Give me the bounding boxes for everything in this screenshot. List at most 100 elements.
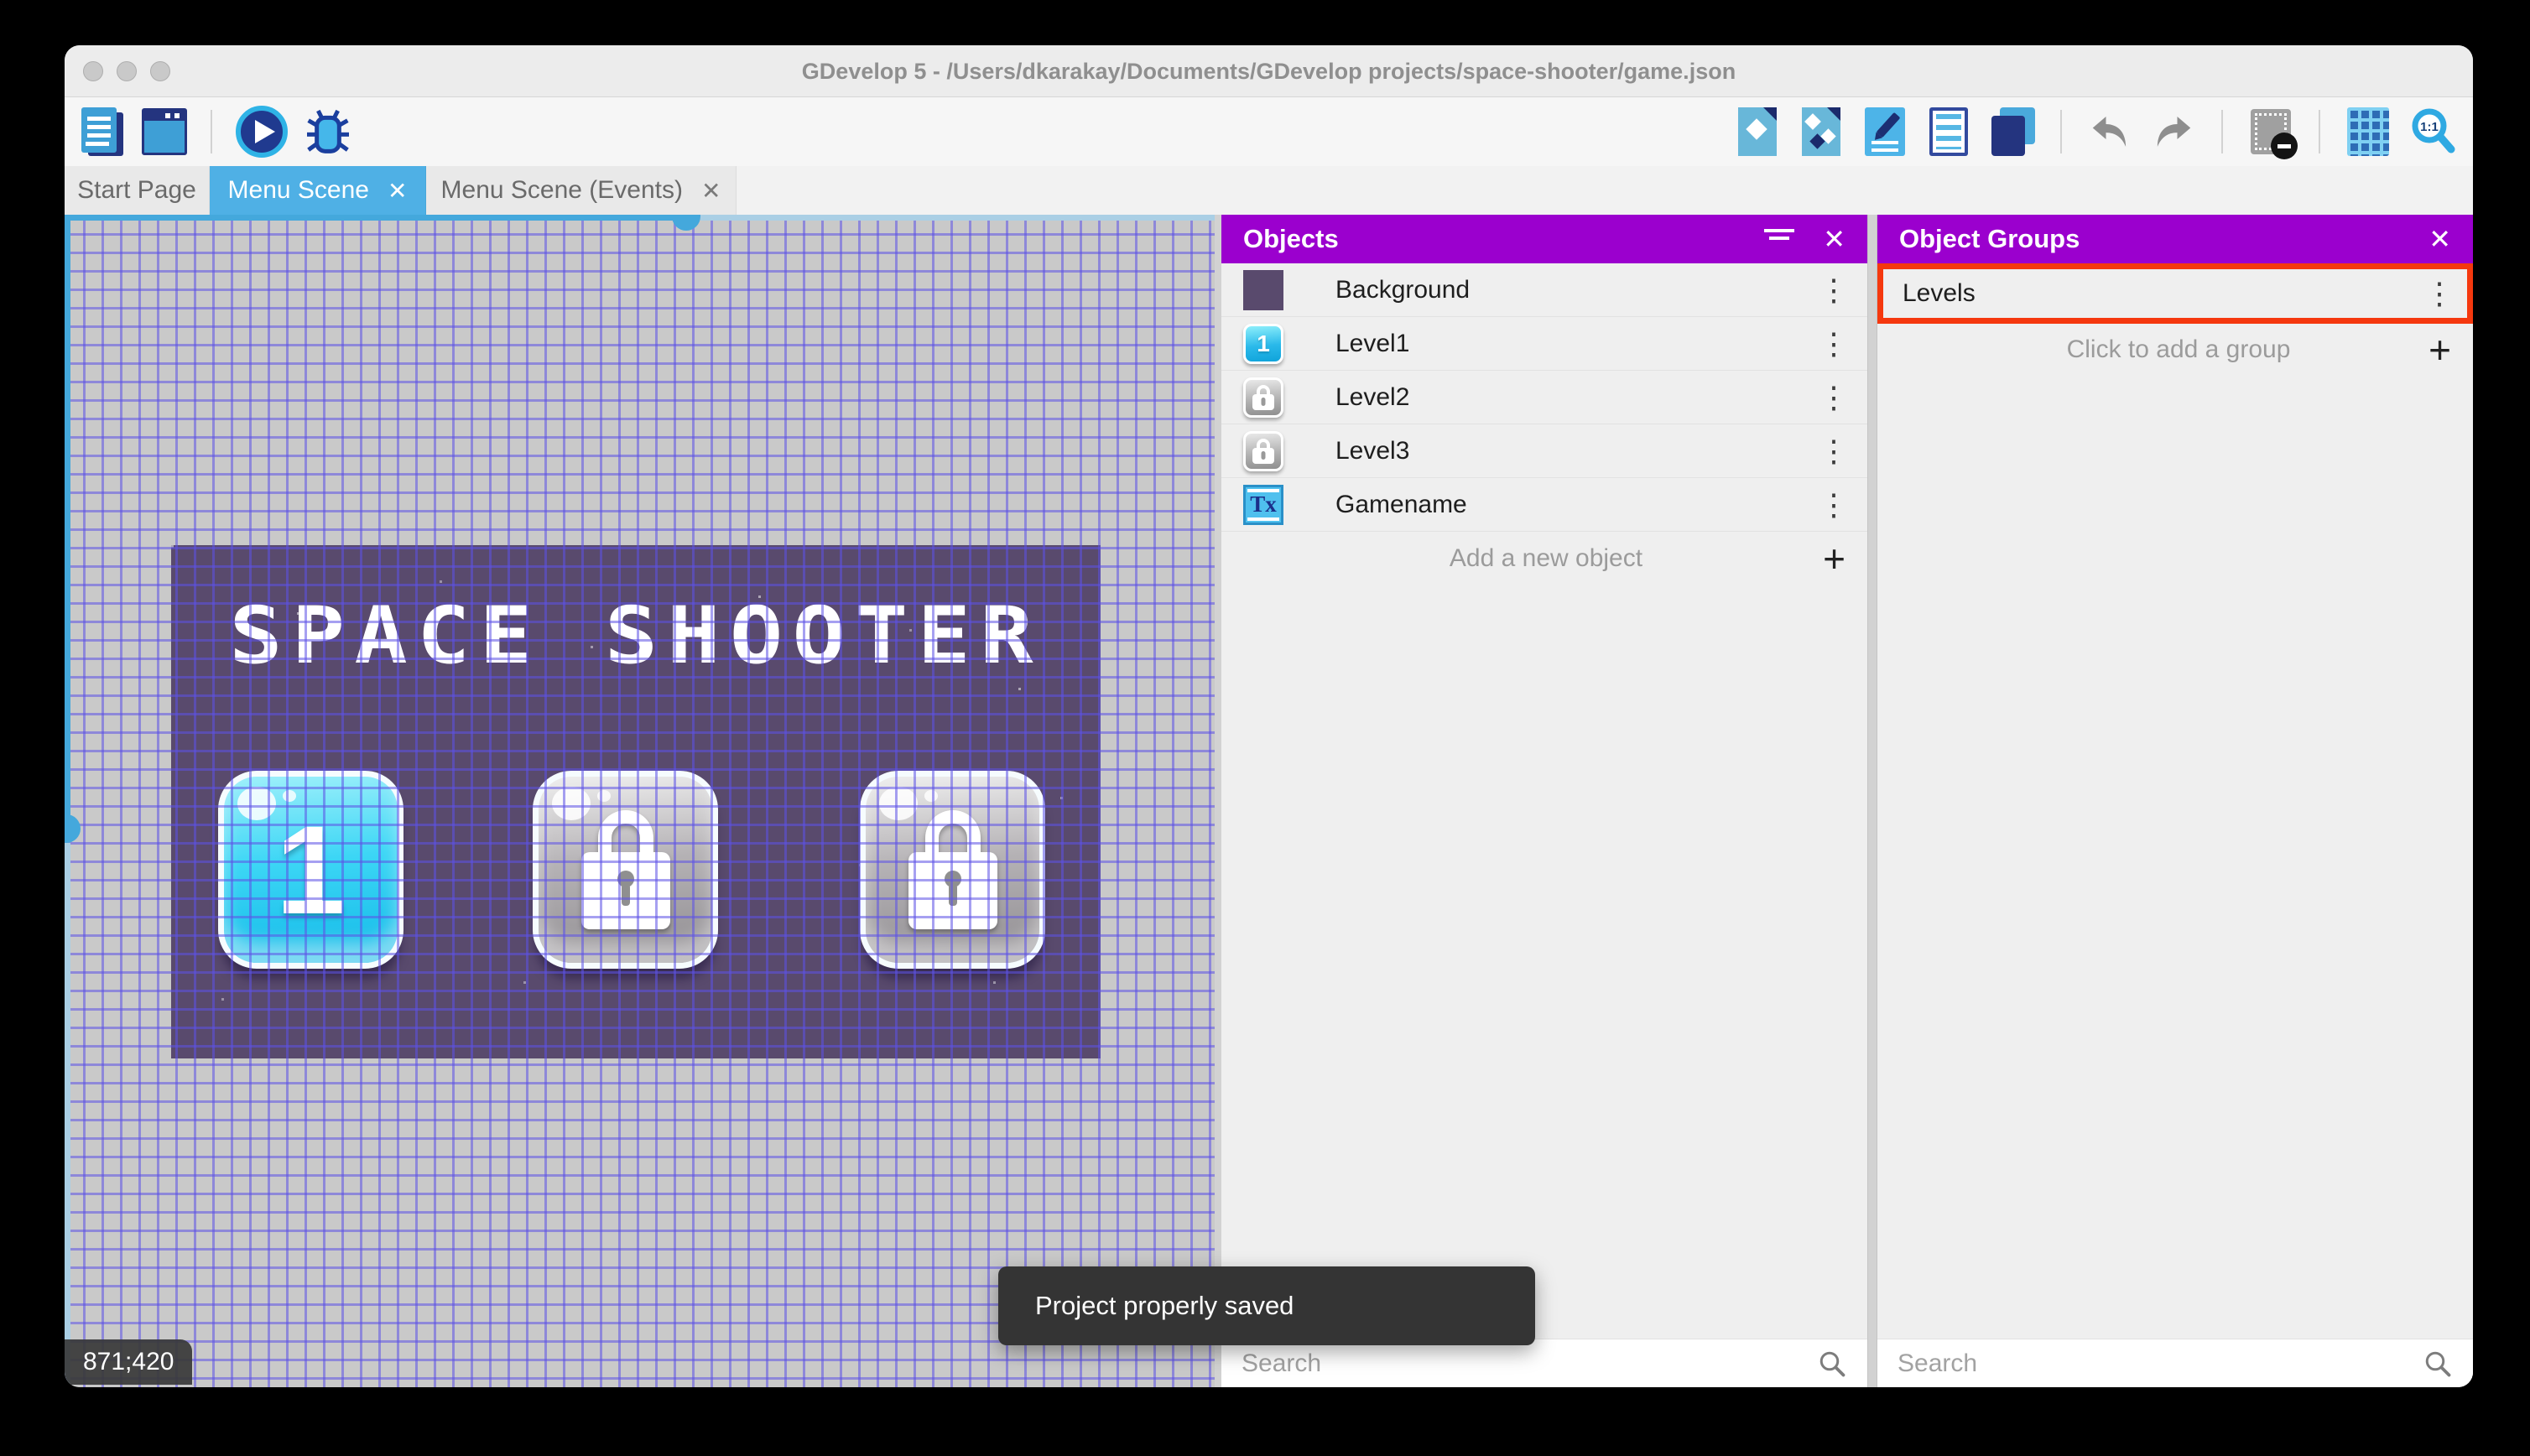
- text-object-thumbnail: Tx: [1243, 484, 1283, 525]
- add-group-label: Click to add a group: [2066, 335, 2291, 363]
- close-window-button[interactable]: [83, 61, 103, 81]
- grid-icon: [2347, 107, 2389, 156]
- level2-button-instance[interactable]: [533, 771, 718, 969]
- toolbar-right-group: 1:1: [1735, 97, 2458, 166]
- screenshot-root: { "window": { "title": "GDevelop 5 - /Us…: [0, 0, 2530, 1456]
- horizontal-scrollbar-thumb[interactable]: [672, 215, 700, 231]
- toolbar-separator: [2060, 110, 2062, 153]
- level1-button-instance[interactable]: 1: [218, 771, 403, 969]
- tab-menu-scene[interactable]: Menu Scene ✕: [210, 166, 426, 215]
- screenshot-background: GDevelop 5 - /Users/dkarakay/Documents/G…: [0, 0, 2530, 1456]
- window-title: GDevelop 5 - /Users/dkarakay/Documents/G…: [801, 59, 1736, 84]
- object-groups-panel-title: Object Groups: [1899, 224, 2080, 253]
- object-row-level3[interactable]: Level3 ⋮: [1221, 424, 1867, 478]
- lock-icon: [908, 810, 997, 929]
- object-row-gamename[interactable]: Tx Gamename ⋮: [1221, 478, 1867, 532]
- lock-icon: [580, 810, 670, 929]
- undo-icon: [2092, 117, 2127, 147]
- close-panel-icon[interactable]: ✕: [1823, 223, 1845, 255]
- panel-resize-divider[interactable]: [1215, 215, 1221, 1387]
- objects-search-input[interactable]: [1242, 1349, 1817, 1378]
- editor-content: SPACE SHOOTER 1 871;420 Objects ✕ Backgr…: [65, 215, 2473, 1387]
- redo-button[interactable]: [2151, 104, 2196, 159]
- level1-object-thumbnail: 1: [1243, 323, 1283, 364]
- groups-search-row: [1877, 1339, 2473, 1387]
- properties-panel-button[interactable]: [1862, 104, 1908, 159]
- close-tab-icon[interactable]: ✕: [701, 177, 721, 205]
- gdevelop-window: GDevelop 5 - /Users/dkarakay/Documents/G…: [65, 45, 2473, 1387]
- object-menu-icon[interactable]: ⋮: [1819, 435, 1849, 466]
- toolbar-left-group: [80, 97, 351, 166]
- horizontal-scrollbar-track[interactable]: [700, 215, 1215, 221]
- layers-panel-button[interactable]: [1990, 104, 2035, 159]
- toolbar-separator: [2319, 110, 2320, 153]
- game-title-text[interactable]: SPACE SHOOTER: [116, 590, 1157, 682]
- objects-panel-header: Objects ✕: [1221, 215, 1867, 263]
- add-object-row[interactable]: Add a new object +: [1221, 532, 1867, 585]
- properties-icon: [1865, 107, 1905, 156]
- game-background-instance[interactable]: SPACE SHOOTER 1: [171, 545, 1101, 1058]
- filter-icon[interactable]: [1764, 229, 1795, 249]
- zoom-1-1-icon: 1:1: [2412, 108, 2455, 153]
- tab-bar: Start Page Menu Scene ✕ Menu Scene (Even…: [65, 166, 2473, 215]
- traffic-lights: [83, 45, 170, 97]
- close-panel-icon[interactable]: ✕: [2428, 223, 2451, 255]
- redo-icon: [2157, 117, 2191, 147]
- groups-search-input[interactable]: [1898, 1349, 2423, 1378]
- maximize-window-button[interactable]: [150, 61, 170, 81]
- object-menu-icon[interactable]: ⋮: [1819, 328, 1849, 359]
- scene-window-button[interactable]: [142, 104, 187, 159]
- group-row-levels[interactable]: Levels ⋮: [1877, 263, 2473, 324]
- project-manager-button[interactable]: [80, 104, 125, 159]
- instances-list-button[interactable]: [1926, 104, 1971, 159]
- add-group-plus-icon[interactable]: +: [2428, 327, 2451, 372]
- svg-text:1:1: 1:1: [2420, 120, 2439, 134]
- object-row-level2[interactable]: Level2 ⋮: [1221, 371, 1867, 424]
- level-number: 1: [275, 798, 346, 940]
- object-groups-panel-header: Object Groups ✕: [1877, 215, 2473, 263]
- preview-play-button[interactable]: [236, 104, 288, 159]
- object-row-background[interactable]: Background ⋮: [1221, 263, 1867, 317]
- play-icon: [236, 106, 288, 158]
- save-toast-text: Project properly saved: [1035, 1291, 1294, 1320]
- level3-button-instance[interactable]: [860, 771, 1045, 969]
- group-menu-icon[interactable]: ⋮: [2424, 278, 2455, 309]
- vertical-scrollbar-thumb[interactable]: [65, 814, 81, 843]
- toolbar: 1:1: [65, 97, 2473, 166]
- object-menu-icon[interactable]: ⋮: [1819, 489, 1849, 520]
- object-menu-icon[interactable]: ⋮: [1819, 382, 1849, 413]
- search-icon: [1819, 1351, 1845, 1376]
- horizontal-scrollbar-track[interactable]: [65, 215, 686, 221]
- tab-menu-scene-events[interactable]: Menu Scene (Events) ✕: [426, 166, 737, 215]
- object-groups-panel-button[interactable]: [1799, 104, 1844, 159]
- panel-resize-divider[interactable]: [1867, 215, 1877, 1387]
- save-toast: Project properly saved: [998, 1266, 1535, 1345]
- project-manager-icon: [81, 107, 123, 156]
- instances-list-icon: [1929, 107, 1968, 156]
- object-menu-icon[interactable]: ⋮: [1819, 274, 1849, 305]
- scene-canvas[interactable]: SPACE SHOOTER 1 871;420: [65, 215, 1215, 1387]
- objects-panel-icon: [1738, 107, 1777, 156]
- debug-button[interactable]: [305, 104, 351, 159]
- object-groups-panel: Object Groups ✕ Levels ⋮ Click to add a …: [1877, 215, 2473, 1387]
- search-icon: [2425, 1351, 2451, 1376]
- vertical-scrollbar-track[interactable]: [65, 215, 70, 829]
- objects-panel-button[interactable]: [1735, 104, 1780, 159]
- vertical-scrollbar-track[interactable]: [65, 843, 70, 1387]
- tab-label: Start Page: [77, 176, 196, 204]
- close-tab-icon[interactable]: ✕: [388, 177, 407, 205]
- add-group-row[interactable]: Click to add a group +: [1877, 324, 2473, 376]
- toolbar-separator: [211, 110, 212, 153]
- minimize-window-button[interactable]: [117, 61, 137, 81]
- level3-object-thumbnail: [1243, 430, 1283, 471]
- bug-icon: [307, 109, 349, 153]
- object-row-level1[interactable]: 1 Level1 ⋮: [1221, 317, 1867, 371]
- undo-button[interactable]: [2087, 104, 2132, 159]
- add-object-plus-icon[interactable]: +: [1823, 536, 1845, 581]
- window-icon: [142, 108, 187, 155]
- zoom-ratio-button[interactable]: 1:1: [2409, 104, 2458, 159]
- tab-start-page[interactable]: Start Page: [65, 166, 210, 215]
- grid-toggle-button[interactable]: [2345, 104, 2391, 159]
- background-object-thumbnail: [1243, 269, 1283, 310]
- mask-toggle-button[interactable]: [2248, 104, 2298, 159]
